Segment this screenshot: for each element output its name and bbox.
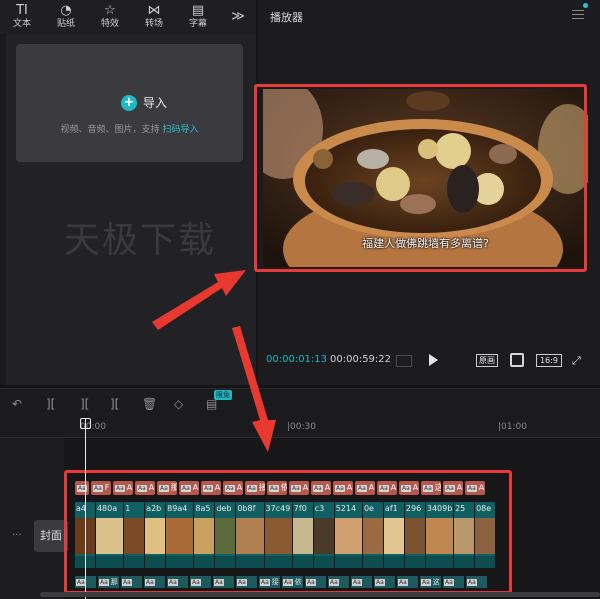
play-icon[interactable] (429, 354, 438, 366)
player-title: 播放器 (270, 11, 303, 24)
plus-icon: + (121, 94, 137, 111)
tool-effects[interactable]: ☆ 特效 (88, 0, 132, 33)
tool-transition-label: 转场 (144, 19, 163, 29)
sticker-icon: ◔ (60, 3, 72, 18)
app-window: TI 文本 ◔ 贴纸 ☆ 特效 ⋈ 转场 ▤ 字幕 ≫ + 导入 视频、音频、图… (0, 0, 600, 599)
import-dropzone[interactable]: + 导入 视频、音频、图片，支持 扫码导入 (16, 44, 243, 162)
tool-text[interactable]: TI 文本 (0, 0, 44, 33)
aspect-ratio-button[interactable]: 16:9 (536, 354, 562, 367)
import-hint: 视频、音频、图片，支持 扫码导入 (16, 122, 243, 135)
video-highlight-box (254, 84, 587, 272)
cover-button[interactable]: 封面 (34, 520, 68, 552)
hamburger-menu-icon[interactable] (572, 7, 584, 19)
import-hint-text: 视频、音频、图片，支持 (60, 125, 160, 135)
split-icon[interactable]: ][ (46, 397, 55, 411)
tool-captions[interactable]: ▤ 字幕 (176, 0, 220, 33)
text-icon: TI (16, 3, 28, 18)
double-chevron-right-icon: ≫ (231, 9, 245, 24)
original-quality-button[interactable]: 原画 (476, 354, 498, 367)
tool-text-label: 文本 (12, 19, 31, 29)
ruler-tick: |00:30 (287, 422, 316, 432)
import-button[interactable]: + 导入 (121, 94, 167, 111)
timeline-toolbar: ↶ ][ ][ ][ 🗑 ◇ ▤ (0, 388, 600, 418)
import-label: 导入 (143, 96, 168, 110)
current-time: 00:00:01:13 (266, 354, 328, 365)
tool-sticker[interactable]: ◔ 贴纸 (44, 0, 88, 33)
scan-import-link[interactable]: 扫码导入 (162, 125, 198, 135)
playhead-handle[interactable] (80, 418, 91, 429)
grid-icon[interactable] (396, 355, 412, 367)
track-header (0, 438, 64, 599)
shield-icon[interactable]: ◇ (174, 397, 183, 411)
tool-effects-label: 特效 (100, 19, 119, 29)
free-badge: 限免 (214, 390, 232, 400)
timeline-scrollbar[interactable] (40, 592, 600, 597)
panel-edge (0, 33, 6, 385)
ruler-tick: |01:00 (498, 422, 527, 432)
undo-icon[interactable]: ↶ (12, 397, 22, 411)
playhead[interactable] (85, 418, 86, 599)
total-time: 00:00:59:22 (330, 354, 392, 365)
watermark: 天极下载 (64, 220, 217, 261)
captions-icon: ▤ (191, 3, 205, 18)
tool-transition[interactable]: ⋈ 转场 (132, 0, 176, 33)
delete-icon[interactable]: 🗑 (142, 397, 157, 411)
split-right-icon[interactable]: ][ (110, 397, 119, 411)
crop-frame-icon[interactable] (510, 353, 524, 367)
tool-captions-label: 字幕 (188, 19, 207, 29)
split-left-icon[interactable]: ][ (80, 397, 89, 411)
fullscreen-icon[interactable]: ⤢ (572, 354, 581, 368)
transition-icon: ⋈ (147, 3, 161, 18)
media-panel: + 导入 视频、音频、图片，支持 扫码导入 天极下载 (0, 33, 256, 385)
timeline-highlight-box (64, 470, 512, 594)
tool-sticker-label: 贴纸 (56, 19, 75, 29)
effects-icon: ☆ (104, 3, 116, 18)
top-toolbar: TI 文本 ◔ 贴纸 ☆ 特效 ⋈ 转场 ▤ 字幕 ≫ (0, 0, 256, 33)
more-tools-button[interactable]: ≫ (220, 0, 256, 33)
more-options-icon[interactable]: ··· (12, 530, 22, 541)
